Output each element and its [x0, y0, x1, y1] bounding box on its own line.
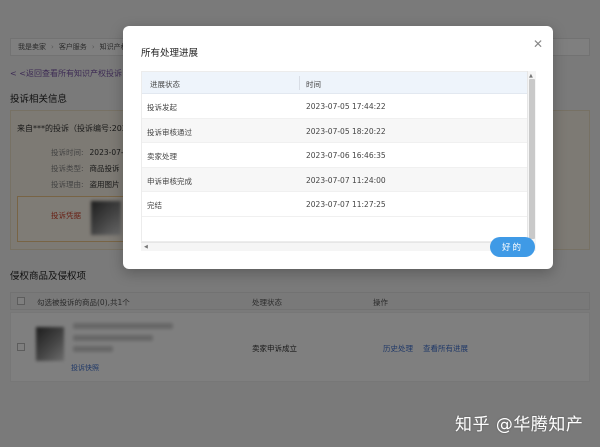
- table-row: 申诉审核完成 2023-07-07 11:24:00: [142, 167, 528, 192]
- progress-table: 进展状态 时间 投诉发起 2023-07-05 17:44:22 投诉审核通过 …: [141, 71, 536, 251]
- table-row: 卖家处理 2023-07-06 16:46:35: [142, 143, 528, 168]
- horizontal-scrollbar[interactable]: ◀ ▶: [141, 242, 527, 251]
- column-time: 时间: [306, 80, 321, 89]
- row-time: 2023-07-07 11:24:00: [306, 175, 386, 185]
- close-icon[interactable]: ✕: [531, 37, 545, 51]
- row-status: 完结: [147, 201, 162, 210]
- dialog-title: 所有处理进展: [141, 48, 199, 59]
- ok-button[interactable]: 好的: [490, 237, 535, 257]
- progress-table-body: 进展状态 时间 投诉发起 2023-07-05 17:44:22 投诉审核通过 …: [141, 71, 528, 242]
- row-time: 2023-07-06 16:46:35: [306, 151, 386, 160]
- table-row: 投诉发起 2023-07-05 17:44:22: [142, 94, 528, 119]
- row-status: 投诉发起: [147, 103, 177, 112]
- column-status: 进展状态: [150, 80, 180, 89]
- row-time: 2023-07-07 11:27:25: [306, 200, 386, 209]
- row-status: 投诉审核通过: [147, 127, 192, 137]
- row-status: 申诉审核完成: [147, 176, 192, 186]
- vertical-scrollbar[interactable]: ▲: [527, 71, 536, 251]
- row-time: 2023-07-05 18:20:22: [306, 126, 386, 136]
- scrollbar-thumb[interactable]: [529, 79, 535, 239]
- column-divider: [299, 76, 300, 90]
- row-status: 卖家处理: [147, 152, 177, 161]
- table-row: 投诉审核通过 2023-07-05 18:20:22: [142, 118, 528, 143]
- scroll-left-icon[interactable]: ◀: [144, 244, 148, 250]
- row-time: 2023-07-05 17:44:22: [306, 102, 386, 111]
- progress-dialog: 所有处理进展 ✕ 进展状态 时间 投诉发起 2023-07-05 17:44:2…: [123, 26, 553, 269]
- progress-table-header: 进展状态 时间: [142, 72, 528, 94]
- watermark: 知乎 @华腾知产: [455, 415, 584, 435]
- table-row: 完结 2023-07-07 11:27:25: [142, 192, 528, 217]
